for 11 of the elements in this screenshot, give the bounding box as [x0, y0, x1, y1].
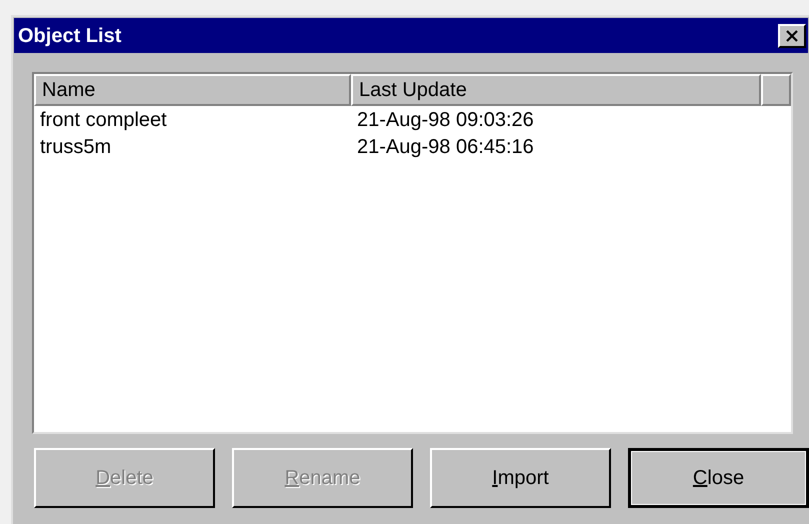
dialog-button[interactable]: Import: [430, 448, 611, 508]
table-cell-text: truss5m: [39, 134, 112, 160]
table-cell-text: 21-Aug-98 09:03:26: [356, 108, 534, 132]
close-button[interactable]: [778, 24, 806, 48]
table-cell-text: 21-Aug-98 06:45:16: [356, 134, 534, 160]
table-cell-text: front compleet: [39, 108, 168, 132]
dialog-button[interactable]: Close: [628, 448, 809, 508]
column-header[interactable]: Last Update: [351, 74, 761, 106]
window-title: Object List: [18, 24, 122, 48]
column-header[interactable]: Name: [34, 74, 351, 106]
close-icon: [786, 30, 798, 42]
